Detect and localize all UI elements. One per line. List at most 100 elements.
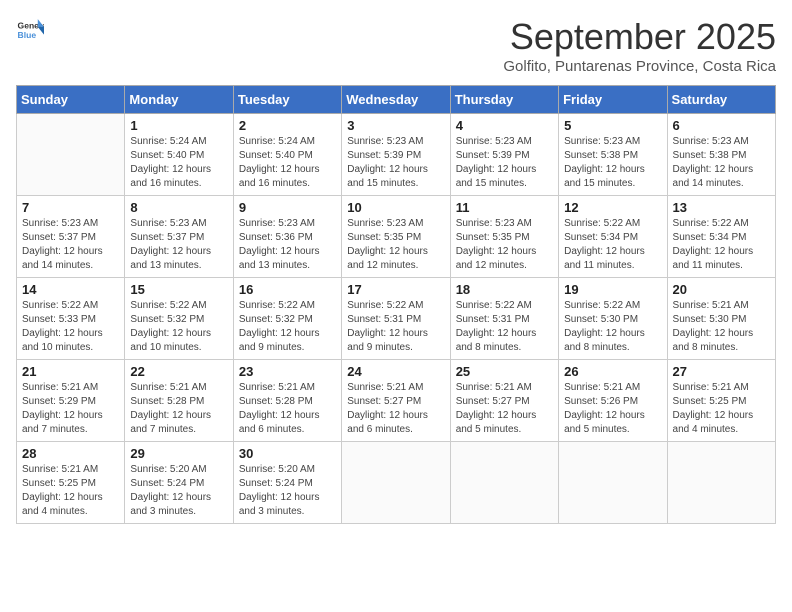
month-title: September 2025 bbox=[503, 16, 776, 58]
day-number: 22 bbox=[130, 364, 227, 379]
day-info: Sunrise: 5:23 AM Sunset: 5:37 PM Dayligh… bbox=[22, 217, 119, 273]
day-number: 13 bbox=[673, 200, 770, 215]
day-info: Sunrise: 5:21 AM Sunset: 5:28 PM Dayligh… bbox=[239, 381, 336, 437]
day-info: Sunrise: 5:20 AM Sunset: 5:24 PM Dayligh… bbox=[130, 463, 227, 519]
day-number: 17 bbox=[347, 282, 444, 297]
calendar-cell: 20Sunrise: 5:21 AM Sunset: 5:30 PM Dayli… bbox=[667, 278, 775, 360]
day-number: 28 bbox=[22, 446, 119, 461]
day-info: Sunrise: 5:23 AM Sunset: 5:35 PM Dayligh… bbox=[347, 217, 444, 273]
svg-text:Blue: Blue bbox=[18, 30, 37, 40]
calendar-week-1: 1 Sunrise: 5:24 AM Sunset: 5:40 PM Daylig… bbox=[17, 114, 776, 196]
calendar-cell: 19Sunrise: 5:22 AM Sunset: 5:30 PM Dayli… bbox=[559, 278, 667, 360]
day-number: 14 bbox=[22, 282, 119, 297]
day-info: Sunrise: 5:22 AM Sunset: 5:31 PM Dayligh… bbox=[347, 299, 444, 355]
day-info: Sunrise: 5:21 AM Sunset: 5:25 PM Dayligh… bbox=[673, 381, 770, 437]
calendar-week-5: 28 Sunrise: 5:21 AM Sunset: 5:25 PM Dayli… bbox=[17, 442, 776, 524]
day-info: Sunrise: 5:23 AM Sunset: 5:36 PM Dayligh… bbox=[239, 217, 336, 273]
day-info: Sunrise: 5:22 AM Sunset: 5:33 PM Dayligh… bbox=[22, 299, 119, 355]
day-info: Sunrise: 5:22 AM Sunset: 5:32 PM Dayligh… bbox=[130, 299, 227, 355]
day-number: 26 bbox=[564, 364, 661, 379]
day-number: 23 bbox=[239, 364, 336, 379]
logo-icon: General Blue bbox=[16, 16, 44, 44]
day-number: 24 bbox=[347, 364, 444, 379]
calendar-cell: 26 Sunrise: 5:21 AM Sunset: 5:26 PM Dayli… bbox=[559, 360, 667, 442]
calendar-cell bbox=[17, 114, 125, 196]
day-number: 5 bbox=[564, 118, 661, 133]
calendar-cell: 23 Sunrise: 5:21 AM Sunset: 5:28 PM Dayli… bbox=[233, 360, 341, 442]
day-number: 2 bbox=[239, 118, 336, 133]
subtitle: Golfito, Puntarenas Province, Costa Rica bbox=[503, 58, 776, 75]
day-number: 25 bbox=[456, 364, 553, 379]
calendar-cell: 27 Sunrise: 5:21 AM Sunset: 5:25 PM Dayli… bbox=[667, 360, 775, 442]
calendar-cell: 21 Sunrise: 5:21 AM Sunset: 5:29 PM Dayli… bbox=[17, 360, 125, 442]
day-info: Sunrise: 5:21 AM Sunset: 5:25 PM Dayligh… bbox=[22, 463, 119, 519]
calendar-cell: 5 Sunrise: 5:23 AM Sunset: 5:38 PM Daylig… bbox=[559, 114, 667, 196]
calendar-week-4: 21 Sunrise: 5:21 AM Sunset: 5:29 PM Dayli… bbox=[17, 360, 776, 442]
day-number: 15 bbox=[130, 282, 227, 297]
day-number: 8 bbox=[130, 200, 227, 215]
day-number: 29 bbox=[130, 446, 227, 461]
calendar-cell: 13 Sunrise: 5:22 AM Sunset: 5:34 PM Dayli… bbox=[667, 196, 775, 278]
calendar-header-row: SundayMondayTuesdayWednesdayThursdayFrid… bbox=[17, 86, 776, 114]
calendar-cell bbox=[667, 442, 775, 524]
calendar-cell: 14 Sunrise: 5:22 AM Sunset: 5:33 PM Dayli… bbox=[17, 278, 125, 360]
calendar-cell: 28 Sunrise: 5:21 AM Sunset: 5:25 PM Dayli… bbox=[17, 442, 125, 524]
calendar-cell: 22 Sunrise: 5:21 AM Sunset: 5:28 PM Dayli… bbox=[125, 360, 233, 442]
day-info: Sunrise: 5:23 AM Sunset: 5:39 PM Dayligh… bbox=[347, 135, 444, 191]
day-number: 21 bbox=[22, 364, 119, 379]
header-sunday: Sunday bbox=[17, 86, 125, 114]
day-info: Sunrise: 5:23 AM Sunset: 5:38 PM Dayligh… bbox=[673, 135, 770, 191]
day-info: Sunrise: 5:22 AM Sunset: 5:31 PM Dayligh… bbox=[456, 299, 553, 355]
day-info: Sunrise: 5:23 AM Sunset: 5:38 PM Dayligh… bbox=[564, 135, 661, 191]
day-info: Sunrise: 5:22 AM Sunset: 5:34 PM Dayligh… bbox=[564, 217, 661, 273]
header-saturday: Saturday bbox=[667, 86, 775, 114]
day-info: Sunrise: 5:24 AM Sunset: 5:40 PM Dayligh… bbox=[130, 135, 227, 191]
calendar-week-2: 7 Sunrise: 5:23 AM Sunset: 5:37 PM Daylig… bbox=[17, 196, 776, 278]
day-number: 3 bbox=[347, 118, 444, 133]
calendar-cell: 29 Sunrise: 5:20 AM Sunset: 5:24 PM Dayli… bbox=[125, 442, 233, 524]
header-wednesday: Wednesday bbox=[342, 86, 450, 114]
day-info: Sunrise: 5:22 AM Sunset: 5:30 PM Dayligh… bbox=[564, 299, 661, 355]
calendar-cell: 17 Sunrise: 5:22 AM Sunset: 5:31 PM Dayli… bbox=[342, 278, 450, 360]
day-info: Sunrise: 5:21 AM Sunset: 5:29 PM Dayligh… bbox=[22, 381, 119, 437]
day-number: 18 bbox=[456, 282, 553, 297]
calendar-cell: 3 Sunrise: 5:23 AM Sunset: 5:39 PM Daylig… bbox=[342, 114, 450, 196]
day-number: 4 bbox=[456, 118, 553, 133]
calendar-cell bbox=[450, 442, 558, 524]
header-monday: Monday bbox=[125, 86, 233, 114]
title-area: September 2025 Golfito, Puntarenas Provi… bbox=[503, 16, 776, 75]
day-number: 10 bbox=[347, 200, 444, 215]
calendar-cell: 24 Sunrise: 5:21 AM Sunset: 5:27 PM Dayli… bbox=[342, 360, 450, 442]
day-number: 27 bbox=[673, 364, 770, 379]
calendar-cell: 25Sunrise: 5:21 AM Sunset: 5:27 PM Dayli… bbox=[450, 360, 558, 442]
header-thursday: Thursday bbox=[450, 86, 558, 114]
day-info: Sunrise: 5:22 AM Sunset: 5:32 PM Dayligh… bbox=[239, 299, 336, 355]
header-friday: Friday bbox=[559, 86, 667, 114]
day-number: 6 bbox=[673, 118, 770, 133]
day-number: 7 bbox=[22, 200, 119, 215]
calendar-cell: 6 Sunrise: 5:23 AM Sunset: 5:38 PM Daylig… bbox=[667, 114, 775, 196]
calendar-table: SundayMondayTuesdayWednesdayThursdayFrid… bbox=[16, 85, 776, 524]
day-info: Sunrise: 5:21 AM Sunset: 5:28 PM Dayligh… bbox=[130, 381, 227, 437]
day-number: 1 bbox=[130, 118, 227, 133]
logo: General Blue bbox=[16, 16, 44, 44]
calendar-cell: 8 Sunrise: 5:23 AM Sunset: 5:37 PM Daylig… bbox=[125, 196, 233, 278]
day-info: Sunrise: 5:20 AM Sunset: 5:24 PM Dayligh… bbox=[239, 463, 336, 519]
day-info: Sunrise: 5:21 AM Sunset: 5:26 PM Dayligh… bbox=[564, 381, 661, 437]
calendar-cell: 4 Sunrise: 5:23 AM Sunset: 5:39 PM Daylig… bbox=[450, 114, 558, 196]
day-number: 11 bbox=[456, 200, 553, 215]
day-info: Sunrise: 5:24 AM Sunset: 5:40 PM Dayligh… bbox=[239, 135, 336, 191]
calendar-cell: 12 Sunrise: 5:22 AM Sunset: 5:34 PM Dayli… bbox=[559, 196, 667, 278]
day-info: Sunrise: 5:21 AM Sunset: 5:27 PM Dayligh… bbox=[347, 381, 444, 437]
day-number: 12 bbox=[564, 200, 661, 215]
day-info: Sunrise: 5:22 AM Sunset: 5:34 PM Dayligh… bbox=[673, 217, 770, 273]
day-info: Sunrise: 5:23 AM Sunset: 5:39 PM Dayligh… bbox=[456, 135, 553, 191]
header-tuesday: Tuesday bbox=[233, 86, 341, 114]
calendar-cell: 1 Sunrise: 5:24 AM Sunset: 5:40 PM Daylig… bbox=[125, 114, 233, 196]
calendar-cell: 10 Sunrise: 5:23 AM Sunset: 5:35 PM Dayli… bbox=[342, 196, 450, 278]
day-info: Sunrise: 5:23 AM Sunset: 5:35 PM Dayligh… bbox=[456, 217, 553, 273]
calendar-cell: 15 Sunrise: 5:22 AM Sunset: 5:32 PM Dayli… bbox=[125, 278, 233, 360]
page-header: General Blue September 2025 Golfito, Pun… bbox=[16, 16, 776, 75]
day-info: Sunrise: 5:23 AM Sunset: 5:37 PM Dayligh… bbox=[130, 217, 227, 273]
calendar-cell: 7 Sunrise: 5:23 AM Sunset: 5:37 PM Daylig… bbox=[17, 196, 125, 278]
